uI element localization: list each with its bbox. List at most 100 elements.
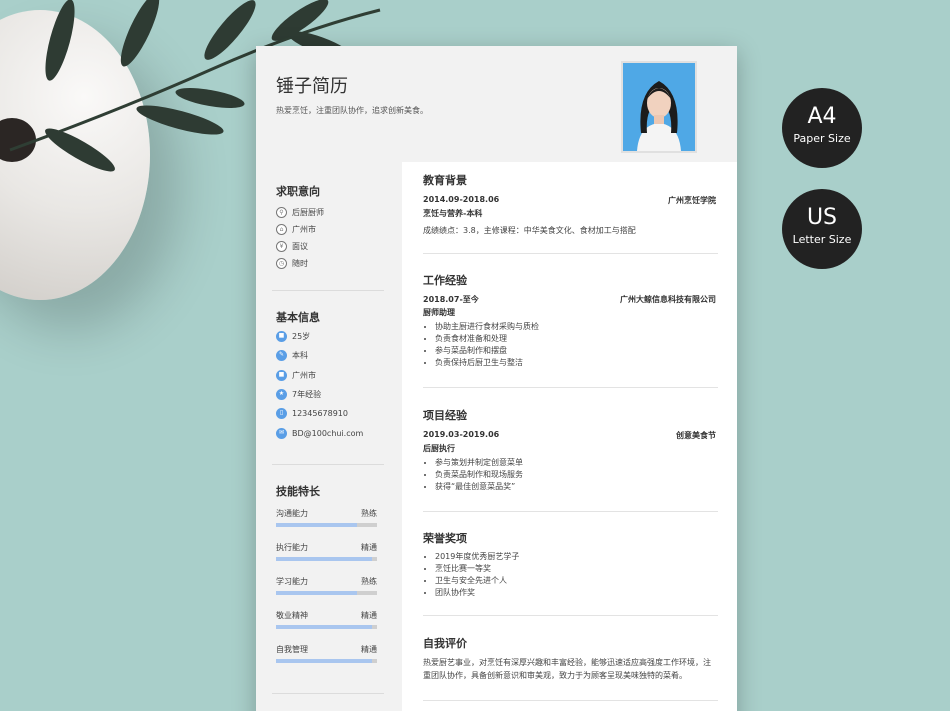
intent-position: ⚲ 后厨厨师 <box>276 207 324 220</box>
experience-icon: ★ <box>276 389 287 400</box>
basic-location: ■ 广州市 <box>276 370 316 383</box>
education-title: 教育背景 <box>423 174 467 187</box>
project-duties: 参与策划并制定创意菜单 负责菜品制作和现场服务 获得“最佳创意菜品奖” <box>423 457 523 493</box>
project-row: 2019.03-2019.06 创意美食节 <box>423 430 716 442</box>
list-item: 2019年度优秀厨艺学子 <box>435 551 519 563</box>
evaluation-title: 自我评价 <box>423 637 467 650</box>
skill-item: 执行能力 精通 <box>276 542 377 566</box>
skill-name: 自我管理 <box>276 645 308 654</box>
education-major: 烹饪与营养-本科 <box>423 209 483 218</box>
intent-salary: ¥ 面议 <box>276 241 308 254</box>
skill-bar-track <box>276 591 377 595</box>
education-school: 广州烹饪学院 <box>668 196 716 205</box>
resume-sidebar: 求职意向 ⚲ 后厨厨师 ⌂ 广州市 ¥ 面议 ◷ 随时 基本信息 ■ 25岁 ✎ 本科 <box>256 162 402 711</box>
skill-level: 精通 <box>361 645 377 654</box>
education-row: 2014.09-2018.06 广州烹饪学院 <box>423 195 716 207</box>
skill-item: 自我管理 精通 <box>276 644 377 668</box>
skill-level: 精通 <box>361 543 377 552</box>
badge-subtitle: Paper Size <box>793 132 851 145</box>
skill-bar-fill <box>276 523 357 527</box>
basic-age: ■ 25岁 <box>276 331 310 344</box>
skill-bar-track <box>276 523 377 527</box>
section-divider <box>423 615 718 616</box>
profile-photo <box>621 61 697 153</box>
badge-subtitle: Letter Size <box>792 233 852 246</box>
honors-title: 荣誉奖项 <box>423 532 467 545</box>
location-icon: ■ <box>276 370 287 381</box>
section-divider <box>423 387 718 388</box>
list-item: 团队协作奖 <box>435 587 519 599</box>
work-period: 2018.07-至今 <box>423 295 479 304</box>
city-icon: ⌂ <box>276 224 287 235</box>
work-duties: 协助主厨进行食材采购与质检 负责食材准备和处理 参与菜品制作和摆盘 负责保持后厨… <box>423 321 539 369</box>
us-size-badge: US Letter Size <box>782 189 862 269</box>
skill-name: 执行能力 <box>276 543 308 552</box>
work-role: 厨师助理 <box>423 308 455 317</box>
resume-header: 锤子简历 热爱烹饪，注重团队协作，追求创新美食。 <box>256 46 737 162</box>
education-icon: ✎ <box>276 350 287 361</box>
education-period: 2014.09-2018.06 <box>423 195 500 204</box>
section-divider <box>423 511 718 512</box>
email-icon: ✉ <box>276 428 287 439</box>
phone-icon: ▯ <box>276 408 287 419</box>
portrait-illustration <box>623 63 695 151</box>
list-item: 参与菜品制作和摆盘 <box>435 345 539 357</box>
skill-bar-fill <box>276 659 372 663</box>
intent-title: 求职意向 <box>276 185 320 198</box>
skill-bar-fill <box>276 625 372 629</box>
skill-item: 敬业精神 精通 <box>276 610 377 634</box>
evaluation-text: 热爱厨艺事业，对烹饪有深厚兴趣和丰富经验，能够迅速适应高强度工作环境，注重团队协… <box>423 658 711 680</box>
work-title: 工作经验 <box>423 274 467 287</box>
age-icon: ■ <box>276 331 287 342</box>
work-row: 2018.07-至今 广州大鲸信息科技有限公司 <box>423 294 716 306</box>
project-role: 后厨执行 <box>423 444 455 453</box>
sidebar-divider <box>272 464 384 465</box>
skill-level: 熟练 <box>361 509 377 518</box>
list-item: 负责保持后厨卫生与整洁 <box>435 357 539 369</box>
project-period: 2019.03-2019.06 <box>423 430 500 439</box>
list-item: 获得“最佳创意菜品奖” <box>435 481 523 493</box>
work-company: 广州大鲸信息科技有限公司 <box>620 295 716 304</box>
basic-experience: ★ 7年经验 <box>276 389 321 402</box>
project-title: 项目经验 <box>423 409 467 422</box>
a4-size-badge: A4 Paper Size <box>782 88 862 168</box>
basic-education: ✎ 本科 <box>276 350 308 363</box>
honors-list: 2019年度优秀厨艺学子 烹饪比赛一等奖 卫生与安全先进个人 团队协作奖 <box>423 551 519 599</box>
basic-email: ✉ BD@100chui.com <box>276 428 363 441</box>
salary-icon: ¥ <box>276 241 287 252</box>
intent-availability: ◷ 随时 <box>276 258 308 271</box>
skill-level: 熟练 <box>361 577 377 586</box>
sidebar-divider <box>272 290 384 291</box>
basic-phone: ▯ 12345678910 <box>276 408 348 421</box>
skill-bar-track <box>276 625 377 629</box>
basic-info-title: 基本信息 <box>276 311 320 324</box>
list-item: 负责食材准备和处理 <box>435 333 539 345</box>
skill-level: 精通 <box>361 611 377 620</box>
skill-bar-fill <box>276 557 372 561</box>
clock-icon: ◷ <box>276 258 287 269</box>
list-item: 烹饪比赛一等奖 <box>435 563 519 575</box>
skill-name: 沟通能力 <box>276 509 308 518</box>
skill-item: 沟通能力 熟练 <box>276 508 377 532</box>
skills-title: 技能特长 <box>276 485 320 498</box>
resume-name: 锤子简历 <box>276 76 348 97</box>
list-item: 协助主厨进行食材采购与质检 <box>435 321 539 333</box>
skill-bar-track <box>276 557 377 561</box>
skill-bar-track <box>276 659 377 663</box>
skill-name: 学习能力 <box>276 577 308 586</box>
resume-main: 教育背景 2014.09-2018.06 广州烹饪学院 烹饪与营养-本科 成绩绩… <box>402 162 737 711</box>
project-name: 创意美食节 <box>676 431 716 440</box>
intent-city: ⌂ 广州市 <box>276 224 316 237</box>
badge-title: A4 <box>807 104 837 129</box>
list-item: 参与策划并制定创意菜单 <box>435 457 523 469</box>
mockup-scene: 锤子简历 热爱烹饪，注重团队协作，追求创新美食。 求职意向 ⚲ 后厨厨师 ⌂ 广州市 <box>0 0 950 711</box>
resume-page: 锤子简历 热爱烹饪，注重团队协作，追求创新美食。 求职意向 ⚲ 后厨厨师 ⌂ 广州市 <box>256 46 737 711</box>
badge-title: US <box>806 205 838 230</box>
list-item: 负责菜品制作和现场服务 <box>435 469 523 481</box>
skill-name: 敬业精神 <box>276 611 308 620</box>
section-divider <box>423 253 718 254</box>
skill-bar-fill <box>276 591 357 595</box>
education-detail: 成绩绩点：3.8，主修课程：中华美食文化、食材加工与搭配 <box>423 226 636 235</box>
resume-slogan: 热爱烹饪，注重团队协作，追求创新美食。 <box>276 106 428 115</box>
chef-icon: ⚲ <box>276 207 287 218</box>
